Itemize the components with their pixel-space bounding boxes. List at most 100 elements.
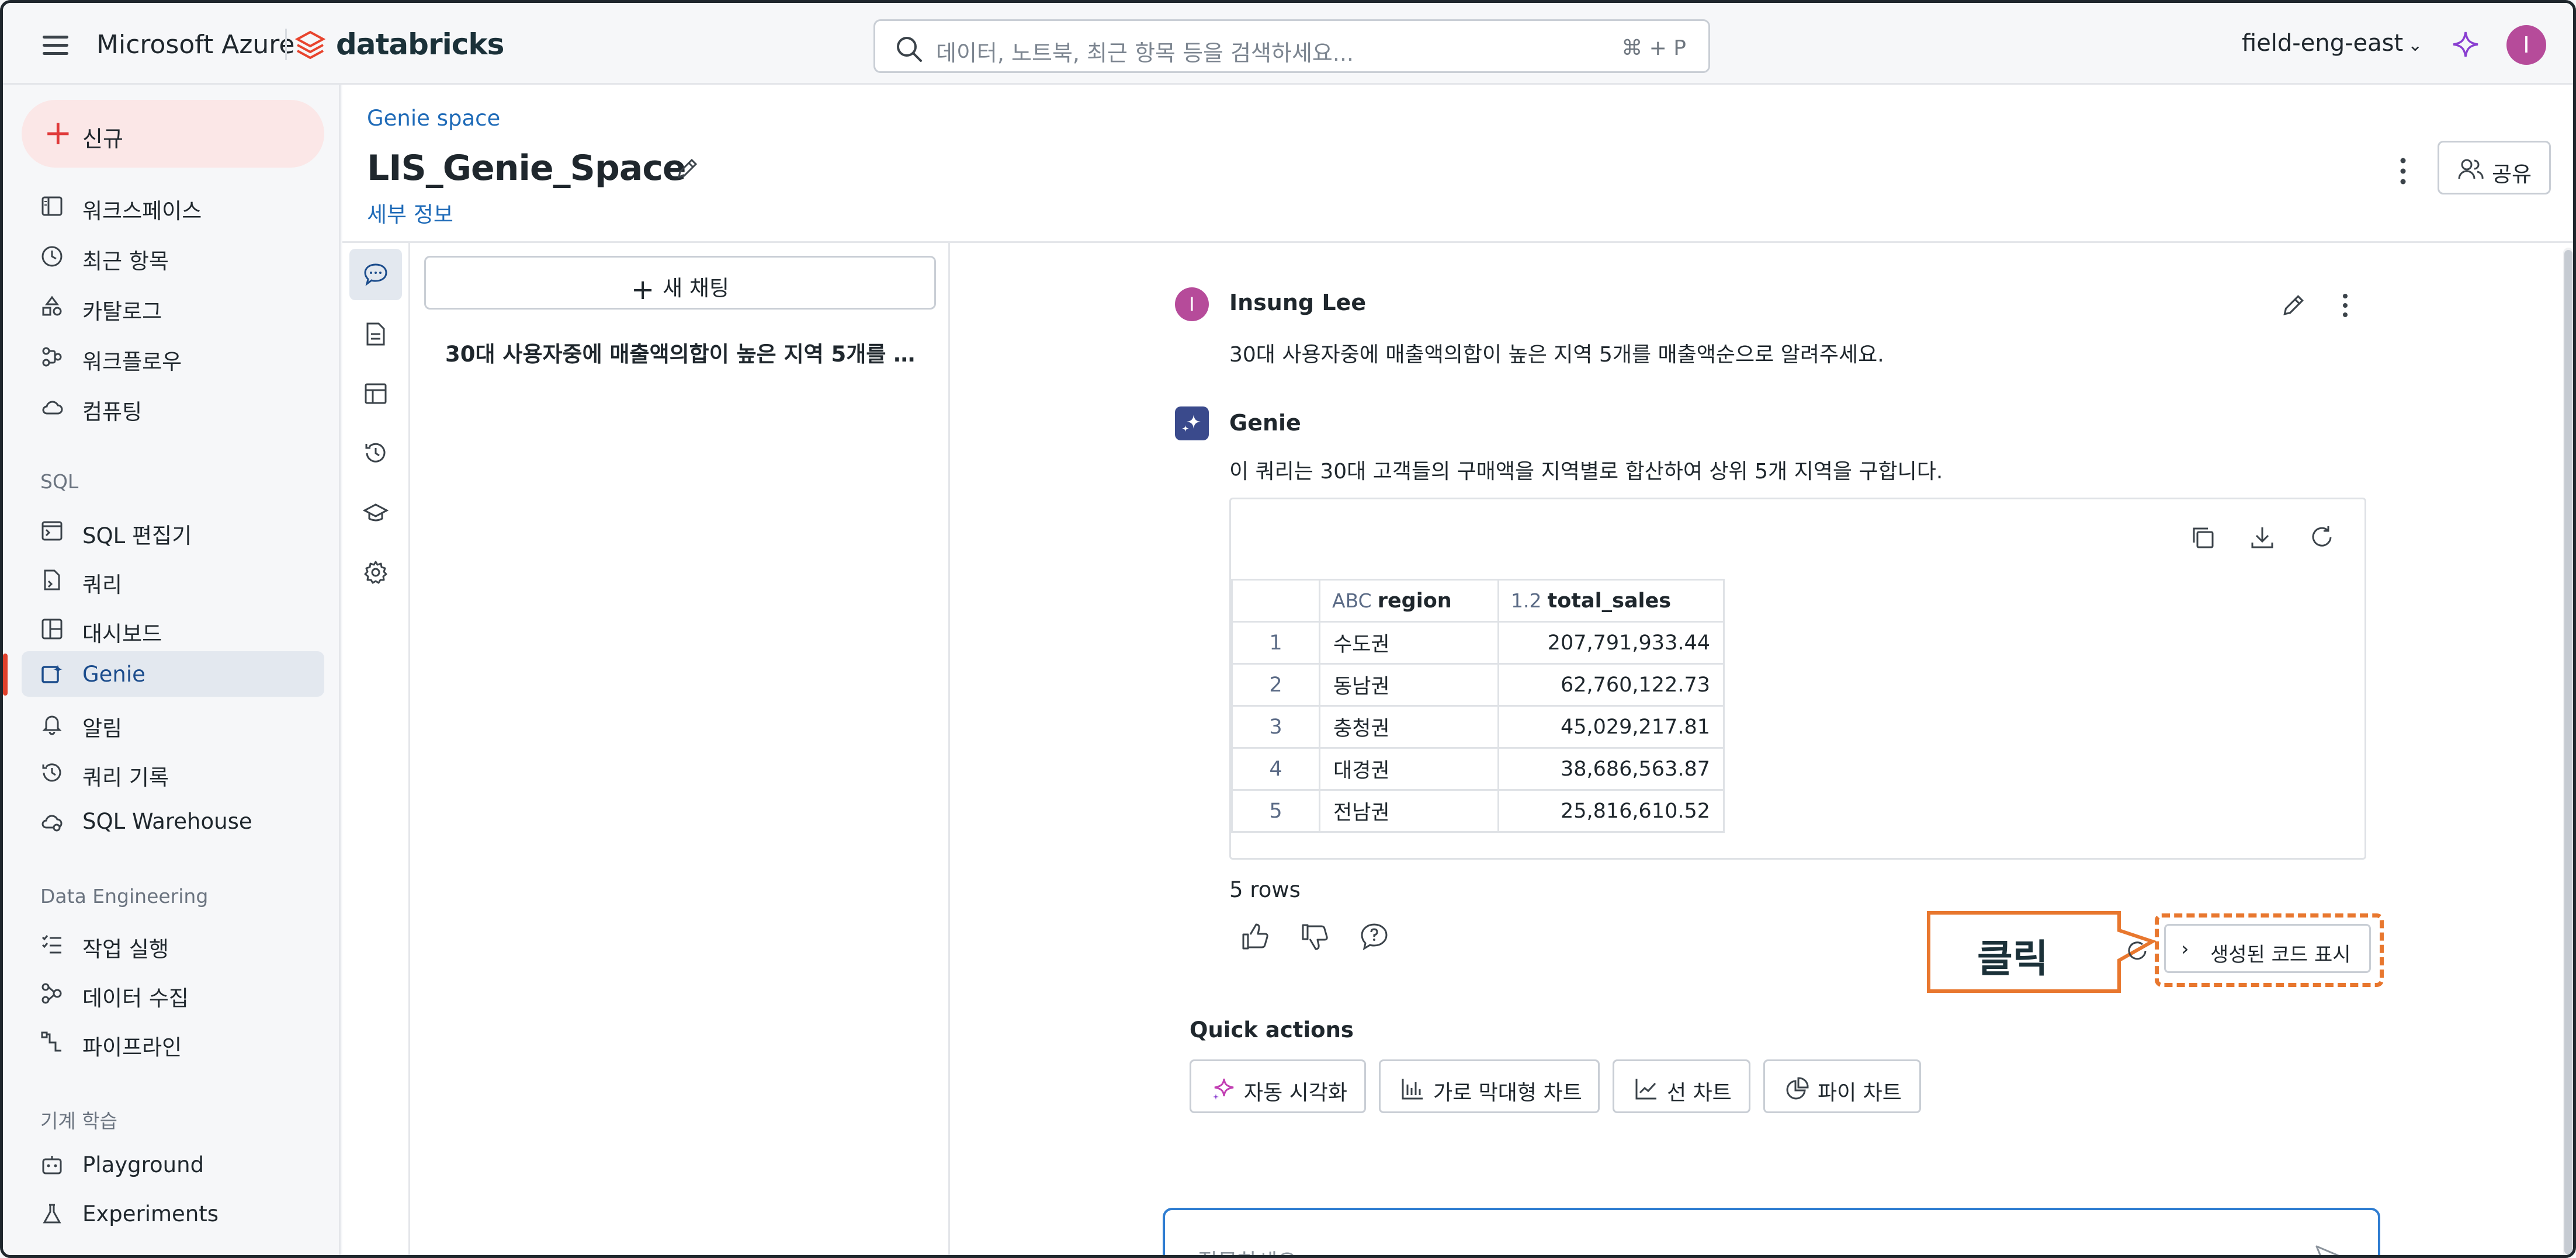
send-icon[interactable] — [2314, 1242, 2343, 1258]
edit-message-icon[interactable] — [2280, 292, 2307, 319]
chevron-right-icon: › — [2181, 937, 2189, 961]
table-row: 1 수도권 207,791,933.44 — [1231, 621, 1725, 665]
rail-instructions-button[interactable] — [349, 308, 402, 360]
user-avatar[interactable]: I — [2506, 25, 2546, 65]
result-table: ABC region 1.2 total_sales 1 수도권 207,791,9… — [1231, 579, 1725, 833]
sidebar-item-experiments[interactable]: Experiments — [22, 1191, 324, 1236]
copy-icon[interactable] — [2189, 524, 2216, 551]
share-button-label: 공유 — [2492, 162, 2532, 187]
sidebar-item-compute[interactable]: 컴퓨팅 — [22, 384, 324, 429]
cell-region: 전남권 — [1319, 789, 1499, 833]
user-message-author: Insung Lee — [1229, 290, 1367, 315]
sidebar-item-sql-warehouse[interactable]: SQL Warehouse — [22, 798, 324, 844]
help-question-icon[interactable] — [1359, 922, 1389, 952]
global-search-input[interactable]: 데이터, 노트북, 최근 항목 등을 검색하세요... ⌘ + P — [873, 19, 1710, 73]
workflow-icon — [42, 347, 62, 367]
sidebar-section-sql: SQL — [40, 470, 79, 493]
sidebar-item-catalog[interactable]: 카탈로그 — [22, 283, 324, 329]
sidebar-item-label: 워크플로우 — [82, 349, 182, 374]
column-header-total-sales[interactable]: 1.2 total_sales — [1497, 579, 1725, 623]
sidebar-item-genie[interactable]: Genie — [22, 651, 324, 697]
catalog-icon — [42, 296, 62, 316]
sidebar-item-recents[interactable]: 최근 항목 — [22, 233, 324, 279]
sidebar-section-data-engineering: Data Engineering — [40, 885, 209, 908]
assistant-sparkle-icon[interactable] — [2451, 30, 2480, 59]
sidebar-item-pipelines[interactable]: 파이프라인 — [22, 1019, 324, 1065]
table-row: 3 충청권 45,029,217.81 — [1231, 705, 1725, 749]
column-header-label: region — [1377, 589, 1452, 613]
column-header-region[interactable]: ABC region — [1319, 579, 1499, 623]
sidebar-item-data-ingestion[interactable]: 데이터 수집 — [22, 970, 324, 1016]
new-button[interactable]: + 신규 — [22, 100, 324, 168]
sidebar-item-dashboards[interactable]: 대시보드 — [22, 606, 324, 651]
breadcrumb[interactable]: Genie space — [367, 106, 500, 131]
row-count: 5 rows — [1229, 877, 1301, 902]
quick-action-auto-visualize[interactable]: 자동 시각화 — [1190, 1059, 1366, 1113]
sidebar-item-label: 파이프라인 — [82, 1035, 182, 1060]
robot-icon — [42, 1156, 62, 1174]
regenerate-icon[interactable] — [2124, 938, 2150, 964]
sidebar-item-alerts[interactable]: 알림 — [22, 700, 324, 746]
cell-total-sales: 25,816,610.52 — [1497, 789, 1725, 833]
sidebar-item-playground[interactable]: Playground — [22, 1142, 324, 1187]
search-icon — [897, 37, 922, 62]
databricks-logo-icon — [295, 30, 325, 60]
plus-icon: + — [630, 273, 655, 306]
sidebar-item-queries[interactable]: 쿼리 — [22, 557, 324, 602]
history-icon — [42, 763, 61, 782]
details-link[interactable]: 세부 정보 — [367, 197, 453, 228]
databricks-brand[interactable]: databricks — [336, 27, 504, 61]
sidebar-item-label: 카탈로그 — [82, 299, 162, 324]
cell-total-sales: 38,686,563.87 — [1497, 747, 1725, 791]
rail-chat-button[interactable] — [349, 249, 402, 300]
sidebar-item-query-history[interactable]: 쿼리 기록 — [22, 749, 324, 795]
conversation-panel: I Insung Lee 30대 사용자중에 매출액의합이 높은 지역 5개를 … — [950, 241, 2573, 1258]
quick-actions-title: Quick actions — [1190, 1017, 1354, 1042]
ask-question-input[interactable]: 질문하세요... — [1163, 1208, 2380, 1258]
pencil-icon[interactable] — [674, 156, 700, 182]
cell-total-sales: 45,029,217.81 — [1497, 705, 1725, 749]
workspace-switcher[interactable]: field-eng-east ⌄ — [2242, 30, 2422, 57]
clock-icon — [41, 246, 63, 267]
refresh-icon[interactable] — [2308, 524, 2335, 551]
quick-action-pie-chart[interactable]: 파이 차트 — [1763, 1059, 1921, 1113]
thumbs-up-icon[interactable] — [1240, 922, 1270, 952]
sidebar-item-label: 최근 항목 — [82, 249, 169, 274]
new-chat-label: 새 채팅 — [663, 276, 730, 301]
pie-chart-icon — [1786, 1077, 1809, 1100]
more-options-icon[interactable] — [2394, 154, 2412, 189]
callout-text: 클릭 — [1977, 936, 2048, 981]
cell-region: 수도권 — [1319, 621, 1499, 665]
hamburger-icon[interactable] — [43, 36, 68, 55]
chat-history-item[interactable]: 30대 사용자중에 매출액의합이 높은 지역 5개를 매출액순으로 알려주세요. — [445, 336, 924, 368]
sidebar: + 신규 워크스페이스 최근 항목 카탈로그 워크플로우 컴퓨팅 SQL SQL… — [3, 85, 341, 1255]
rail-settings-button[interactable] — [349, 547, 402, 598]
rail-history-button[interactable] — [349, 428, 402, 479]
row-index: 2 — [1231, 663, 1320, 707]
new-chat-button[interactable]: + 새 채팅 — [424, 256, 936, 310]
active-indicator — [3, 654, 8, 696]
quick-action-label: 선 차트 — [1667, 1081, 1732, 1105]
sidebar-item-workspace[interactable]: 워크스페이스 — [22, 183, 324, 228]
conversation-scrollbar[interactable] — [2563, 248, 2573, 1255]
download-icon[interactable] — [2249, 524, 2276, 551]
sidebar-item-job-runs[interactable]: 작업 실행 — [22, 921, 324, 967]
sidebar-item-workflows[interactable]: 워크플로우 — [22, 333, 324, 379]
rail-data-button[interactable] — [349, 368, 402, 419]
top-bar: Microsoft Azure databricks 데이터, 노트북, 최근 … — [3, 3, 2573, 85]
rail-benchmarks-button[interactable] — [349, 487, 402, 538]
main-content: Genie space LIS_Genie_Space 세부 정보 공유 + 새… — [342, 85, 2573, 1258]
sidebar-item-sql-editor[interactable]: SQL 편집기 — [22, 508, 324, 553]
share-button[interactable]: 공유 — [2438, 141, 2551, 194]
search-placeholder: 데이터, 노트북, 최근 항목 등을 검색하세요... — [936, 40, 1354, 66]
sidebar-item-label: SQL Warehouse — [82, 809, 252, 834]
azure-brand: Microsoft Azure — [96, 30, 295, 60]
document-icon — [366, 322, 385, 346]
show-generated-code-button[interactable]: › 생성된 코드 표시 — [2164, 924, 2371, 973]
quick-action-label: 가로 막대형 차트 — [1433, 1081, 1582, 1105]
query-result-card: ABC region 1.2 total_sales 1 수도권 207,791,9… — [1229, 498, 2366, 860]
quick-action-line-chart[interactable]: 선 차트 — [1613, 1059, 1750, 1113]
thumbs-down-icon[interactable] — [1299, 922, 1330, 952]
message-more-icon[interactable] — [2338, 291, 2352, 320]
quick-action-bar-chart[interactable]: 가로 막대형 차트 — [1379, 1059, 1600, 1113]
